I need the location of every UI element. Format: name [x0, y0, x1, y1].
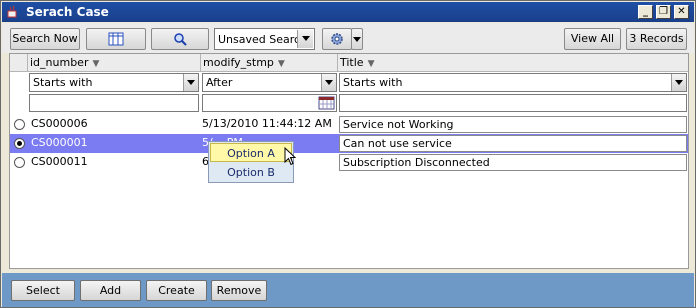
- mouse-cursor-icon: [284, 147, 297, 166]
- column-header-modify-stmp[interactable]: modify_stmp ▼: [201, 54, 338, 72]
- column-label: Title: [340, 56, 364, 69]
- modify-stmp-filter-input[interactable]: [202, 94, 337, 112]
- row-title-cell: Subscription Disconnected: [339, 154, 687, 171]
- chevron-down-icon: [353, 37, 361, 42]
- table-row[interactable]: CS000006 5/13/2010 11:44:12 AM Service n…: [10, 115, 688, 134]
- modify-stmp-filter-operator[interactable]: After: [202, 73, 337, 92]
- add-button[interactable]: Add: [80, 280, 141, 301]
- view-all-button[interactable]: View All: [564, 28, 621, 50]
- java-cup-icon: [7, 5, 17, 18]
- column-header-title[interactable]: Title ▼: [338, 54, 688, 72]
- minimize-button[interactable]: _: [638, 5, 653, 19]
- create-button[interactable]: Create: [146, 280, 207, 301]
- row-radio[interactable]: [14, 157, 25, 168]
- remove-button[interactable]: Remove: [211, 280, 267, 301]
- title-filter-operator[interactable]: Starts with: [339, 73, 687, 92]
- results-grid: id_number ▼ modify_stmp ▼ Title ▼ Starts wi…: [9, 53, 689, 269]
- column-header-id-number[interactable]: id_number ▼: [28, 54, 201, 72]
- id-number-filter-input[interactable]: [29, 94, 199, 112]
- select-button[interactable]: Select: [11, 280, 75, 301]
- select-column-header: [10, 54, 28, 72]
- table-columns-icon: [108, 32, 124, 46]
- settings-menu-button[interactable]: [351, 28, 363, 50]
- row-id-cell: CS000011: [31, 155, 88, 168]
- settings-button[interactable]: [322, 28, 352, 50]
- row-title-cell: Can not use service: [339, 135, 687, 152]
- row-title-cell: Service not Working: [339, 116, 687, 133]
- column-label: id_number: [30, 56, 89, 69]
- sort-arrow-icon[interactable]: ▼: [368, 59, 375, 69]
- filter-operator-value: After: [206, 76, 233, 89]
- row-radio[interactable]: [14, 138, 25, 149]
- table-row[interactable]: CS000011 6... M Subscription Disconnecte…: [10, 153, 688, 172]
- row-radio[interactable]: [14, 119, 25, 130]
- saved-search-value: Unsaved Search: [218, 33, 308, 46]
- sort-arrow-icon[interactable]: ▼: [278, 59, 285, 69]
- close-button[interactable]: ✕: [674, 5, 689, 19]
- row-id-cell: CS000006: [31, 117, 88, 130]
- calendar-icon[interactable]: [318, 96, 336, 110]
- chevron-down-icon[interactable]: [321, 74, 336, 91]
- column-label: modify_stmp: [203, 56, 274, 69]
- magnifier-icon: [174, 33, 187, 46]
- option-b-item[interactable]: Option B: [210, 163, 292, 182]
- toolbar: Search Now Unsaved Search View All 3 Rec…: [2, 23, 694, 53]
- chevron-down-icon[interactable]: [297, 30, 313, 48]
- action-bar: Select Add Create Remove: [2, 273, 694, 307]
- chevron-down-icon[interactable]: [671, 74, 686, 91]
- table-row[interactable]: CS000001 5/... PM Can not use service: [10, 134, 688, 153]
- row-context-dropdown: Option A Option B: [208, 141, 294, 183]
- window-title: Serach Case: [26, 5, 109, 19]
- title-filter-input[interactable]: [339, 94, 687, 112]
- sort-arrow-icon[interactable]: ▼: [92, 59, 99, 69]
- filter-operator-value: Starts with: [33, 76, 93, 89]
- filter-operator-value: Starts with: [343, 76, 403, 89]
- title-bar[interactable]: Serach Case _ ❐ ✕: [2, 2, 694, 22]
- row-id-cell: CS000001: [31, 136, 88, 149]
- chevron-down-icon[interactable]: [183, 74, 198, 91]
- option-a-item[interactable]: Option A: [210, 143, 292, 162]
- search-case-window: Serach Case _ ❐ ✕ Search Now Unsaved Sea…: [0, 0, 696, 308]
- search-now-button[interactable]: Search Now: [10, 28, 80, 50]
- restore-button[interactable]: ❐: [656, 5, 671, 19]
- records-count-button[interactable]: 3 Records: [626, 28, 687, 50]
- id-number-filter-operator[interactable]: Starts with: [29, 73, 199, 92]
- row-modified-cell: 5/13/2010 11:44:12 AM: [202, 117, 332, 130]
- gear-icon: [331, 33, 343, 45]
- columns-button[interactable]: [86, 28, 146, 50]
- saved-search-select[interactable]: Unsaved Search: [214, 28, 315, 50]
- search-button[interactable]: [151, 28, 209, 50]
